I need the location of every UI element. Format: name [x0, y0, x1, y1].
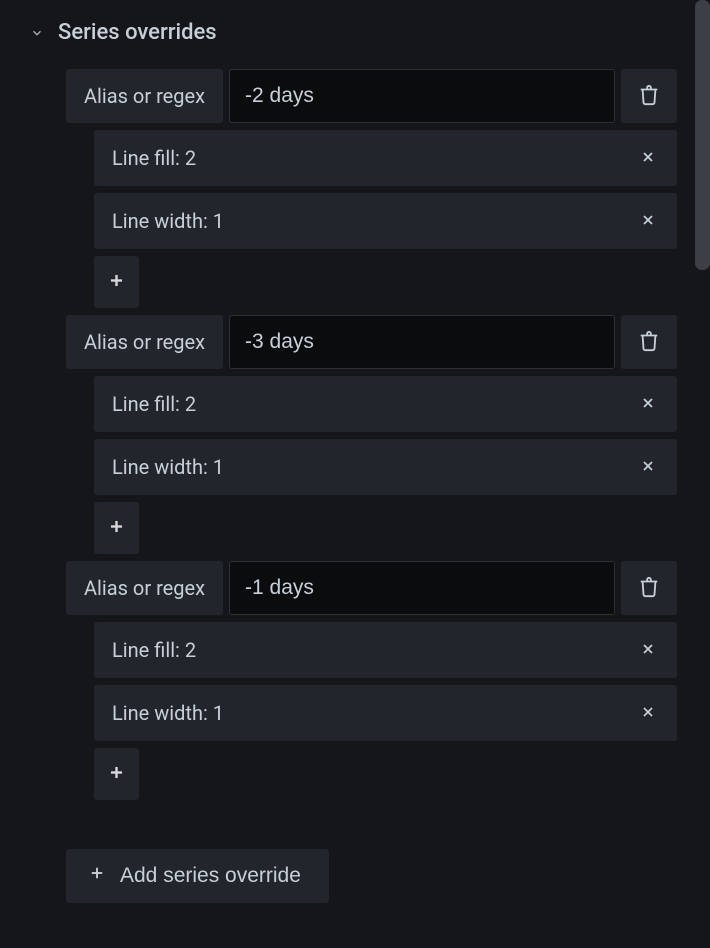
alias-input[interactable]	[229, 69, 615, 123]
property-label: Line width: 1	[112, 701, 224, 725]
override-block: Alias or regex Line fill: 2	[66, 561, 677, 800]
delete-override-button[interactable]	[621, 69, 677, 123]
override-block: Alias or regex Line fill: 2	[66, 69, 677, 308]
override-property-row[interactable]: Line fill: 2	[94, 622, 677, 678]
remove-property-button[interactable]	[637, 456, 659, 478]
close-icon	[640, 212, 656, 231]
overrides-container: Alias or regex Line fill: 2	[0, 69, 695, 903]
delete-override-button[interactable]	[621, 561, 677, 615]
close-icon	[640, 704, 656, 723]
remove-property-button[interactable]	[637, 393, 659, 415]
remove-property-button[interactable]	[637, 147, 659, 169]
override-header: Alias or regex	[66, 315, 677, 369]
plus-icon	[107, 763, 126, 785]
scrollbar-thumb[interactable]	[695, 0, 710, 270]
plus-icon	[107, 517, 126, 539]
close-icon	[640, 395, 656, 414]
add-property-button[interactable]	[94, 748, 139, 800]
trash-icon	[638, 84, 660, 109]
add-override-label: Add series override	[120, 864, 301, 888]
chevron-down-icon	[28, 24, 46, 42]
section-header[interactable]: Series overrides	[0, 20, 695, 69]
add-property-button[interactable]	[94, 502, 139, 554]
alias-label: Alias or regex	[66, 315, 223, 369]
property-label: Line width: 1	[112, 209, 224, 233]
property-label: Line fill: 2	[112, 638, 196, 662]
property-label: Line fill: 2	[112, 146, 196, 170]
override-property-row[interactable]: Line width: 1	[94, 685, 677, 741]
plus-icon	[107, 271, 126, 293]
add-series-override-button[interactable]: Add series override	[66, 849, 329, 903]
remove-property-button[interactable]	[637, 639, 659, 661]
add-property-button[interactable]	[94, 256, 139, 308]
plus-icon	[88, 864, 106, 888]
property-label: Line width: 1	[112, 455, 224, 479]
remove-property-button[interactable]	[637, 702, 659, 724]
props-container: Line fill: 2 Line width: 1	[66, 376, 677, 554]
close-icon	[640, 149, 656, 168]
override-property-row[interactable]: Line width: 1	[94, 193, 677, 249]
override-property-row[interactable]: Line fill: 2	[94, 376, 677, 432]
override-property-row[interactable]: Line fill: 2	[94, 130, 677, 186]
close-icon	[640, 641, 656, 660]
alias-label: Alias or regex	[66, 69, 223, 123]
delete-override-button[interactable]	[621, 315, 677, 369]
alias-input[interactable]	[229, 561, 615, 615]
property-label: Line fill: 2	[112, 392, 196, 416]
trash-icon	[638, 576, 660, 601]
override-header: Alias or regex	[66, 69, 677, 123]
trash-icon	[638, 330, 660, 355]
section-title: Series overrides	[58, 20, 217, 45]
props-container: Line fill: 2 Line width: 1	[66, 622, 677, 800]
override-block: Alias or regex Line fill: 2	[66, 315, 677, 554]
override-header: Alias or regex	[66, 561, 677, 615]
alias-input[interactable]	[229, 315, 615, 369]
remove-property-button[interactable]	[637, 210, 659, 232]
override-property-row[interactable]: Line width: 1	[94, 439, 677, 495]
close-icon	[640, 458, 656, 477]
props-container: Line fill: 2 Line width: 1	[66, 130, 677, 308]
alias-label: Alias or regex	[66, 561, 223, 615]
